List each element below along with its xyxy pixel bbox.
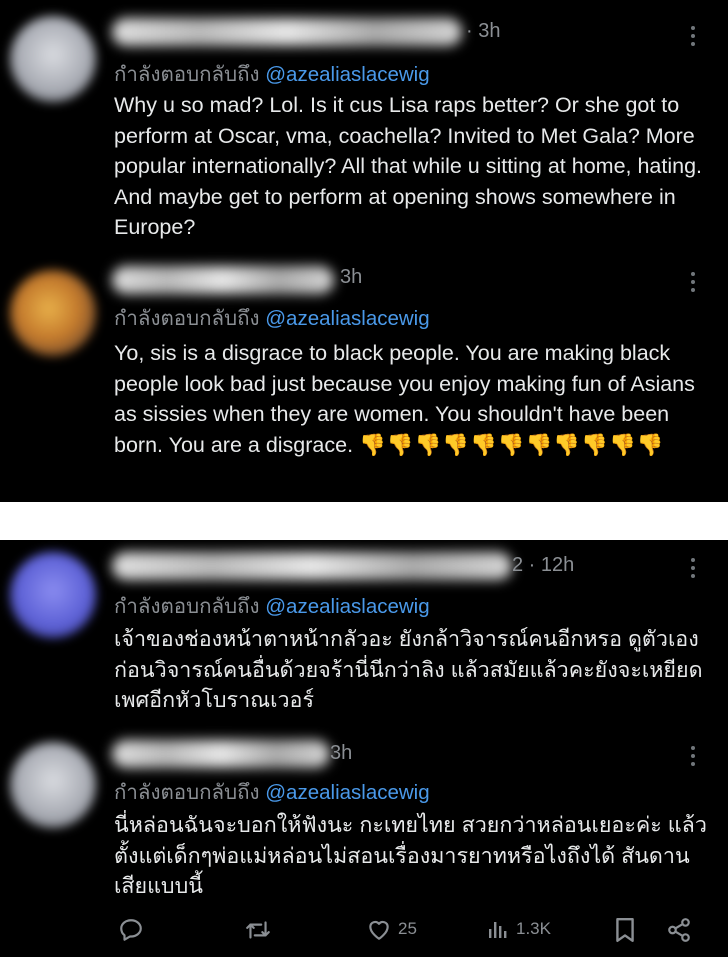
share-button[interactable] [666,917,692,943]
like-button[interactable]: 25 [366,917,417,941]
reply-thread-panel-top: · 3h กำลังตอบกลับถึง @azealiaslacewig Wh… [0,0,728,502]
mention-link[interactable]: @azealiaslacewig [265,307,429,330]
timestamp: 2 · 12h [512,554,575,576]
avatar[interactable] [10,16,96,102]
mention-link[interactable]: @azealiaslacewig [265,63,429,86]
thumbs-down-emoji: 👎👎👎👎👎👎👎👎👎👎👎 [359,432,665,457]
replying-to: กำลังตอบกลับถึง @azealiaslacewig [114,595,430,618]
like-count: 25 [398,919,417,938]
bookmark-icon [616,917,634,943]
replying-to: กำลังตอบกลับถึง @azealiaslacewig [114,63,430,86]
timestamp: · 3h [466,20,501,42]
more-icon[interactable] [690,26,696,50]
bookmark-button[interactable] [614,917,636,943]
reply-thread-panel-bottom: 2 · 12h กำลังตอบกลับถึง @azealiaslacewig… [0,540,728,957]
avatar[interactable] [10,552,96,638]
avatar[interactable] [10,742,96,828]
replying-to: กำลังตอบกลับถึง @azealiaslacewig [114,307,430,330]
share-icon [668,918,690,942]
tweet-text: Yo, sis is a disgrace to black people. Y… [114,338,714,460]
blurred-username[interactable] [112,18,462,46]
reply-icon [120,919,142,941]
retweet-icon [246,921,270,939]
like-icon [369,920,389,940]
more-icon[interactable] [690,272,696,296]
view-count: 1.3K [516,919,551,938]
tweet-action-bar: 25 1.3K [0,917,728,953]
reply-tweet[interactable]: 2 · 12h กำลังตอบกลับถึง @azealiaslacewig… [0,540,728,730]
timestamp: 3h [330,742,353,764]
tweet-text: เจ้าของช่องหน้าตาหน้ากลัวอะ ยังกล้าวิจาร… [114,627,703,712]
more-icon[interactable] [690,746,696,770]
views-button[interactable]: 1.3K [486,917,551,941]
replying-to: กำลังตอบกลับถึง @azealiaslacewig [114,781,430,804]
reply-tweet[interactable]: 3h กำลังตอบกลับถึง @azealiaslacewig Yo, … [0,258,728,502]
blurred-username[interactable] [112,740,330,768]
retweet-button[interactable] [244,917,272,943]
mention-link[interactable]: @azealiaslacewig [265,595,429,618]
avatar[interactable] [10,270,96,356]
mention-link[interactable]: @azealiaslacewig [265,781,429,804]
reply-tweet[interactable]: · 3h กำลังตอบกลับถึง @azealiaslacewig Wh… [0,0,728,250]
blurred-username[interactable] [112,266,334,294]
tweet-text: Why u so mad? Lol. Is it cus Lisa raps b… [114,93,703,239]
more-icon[interactable] [690,558,696,582]
views-icon [489,922,507,938]
blurred-username[interactable] [112,552,512,580]
timestamp: 3h [340,266,363,288]
tweet-text: นี่หล่อนฉันจะบอกให้ฟังนะ กะเทยไทย สวยกว่… [114,813,707,898]
reply-button[interactable] [118,917,144,943]
